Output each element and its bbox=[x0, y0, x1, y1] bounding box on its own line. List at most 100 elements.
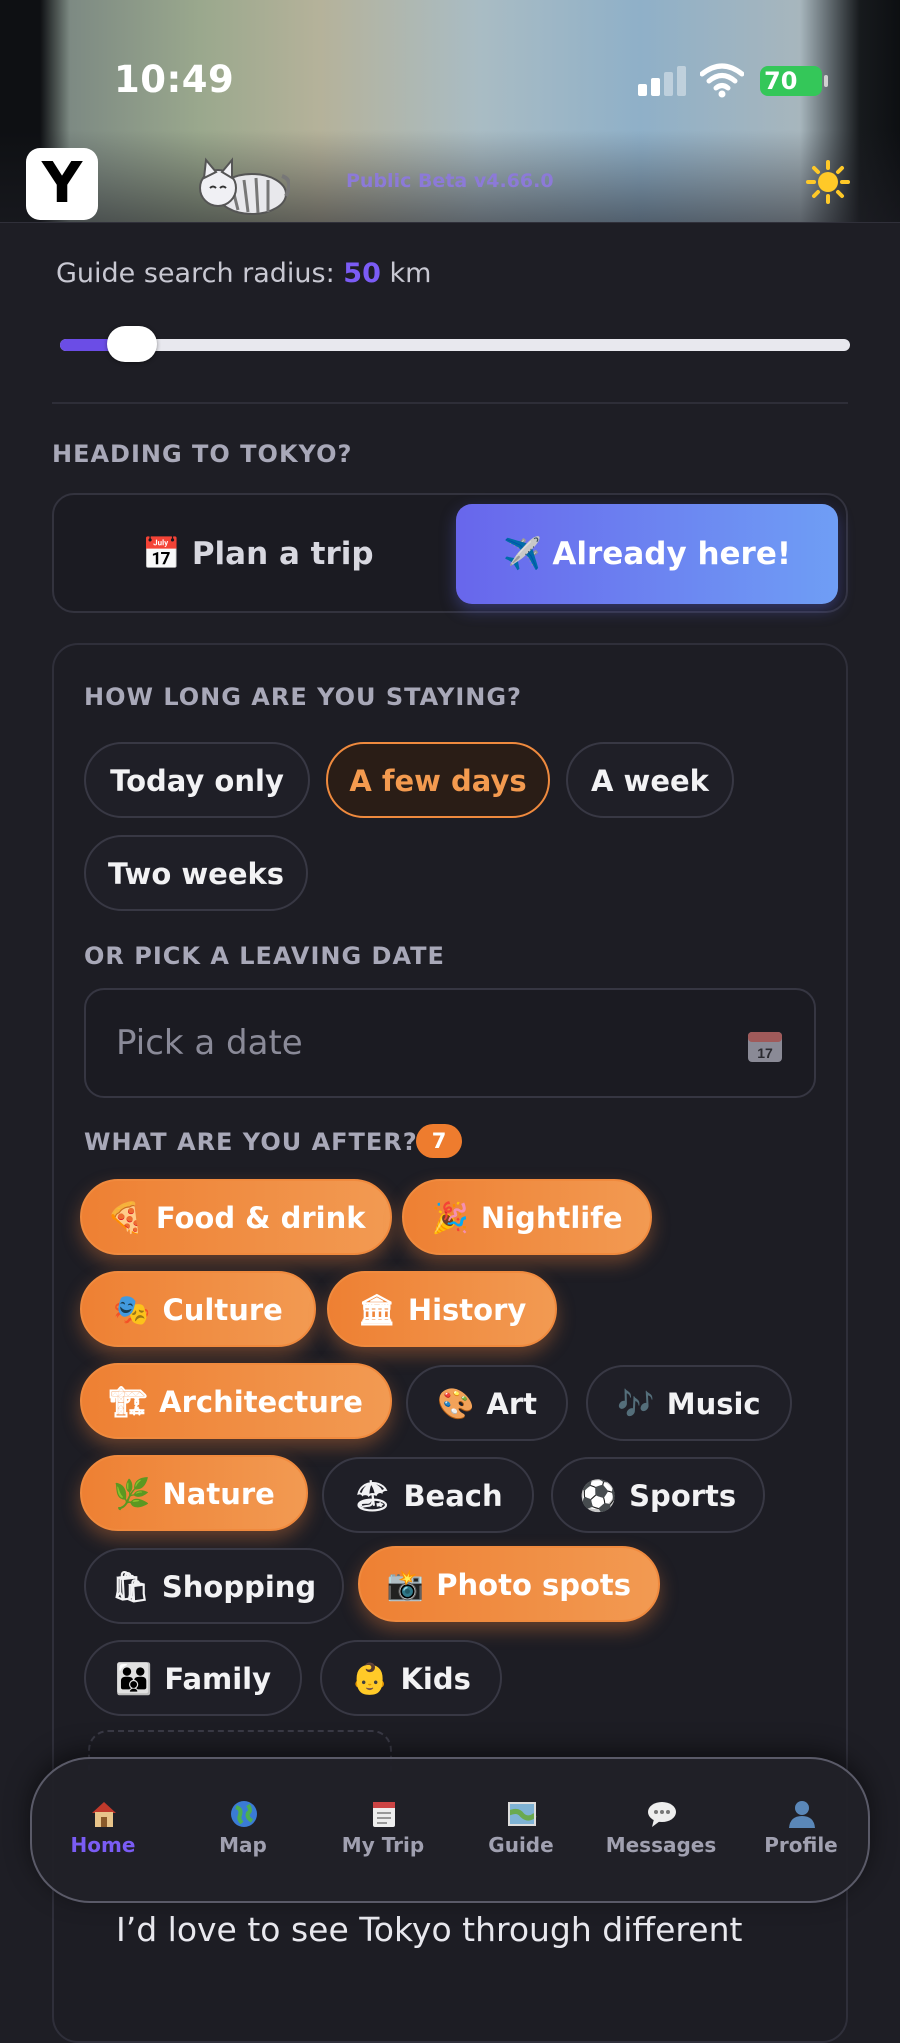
sun-icon[interactable] bbox=[806, 160, 850, 204]
tab-label: Guide bbox=[488, 1833, 554, 1857]
stay-option-a-week[interactable]: A week bbox=[566, 742, 734, 818]
already-here-button[interactable]: ✈️ Already here! bbox=[456, 504, 838, 604]
beach-umbrella-icon: 🏖 bbox=[353, 1479, 392, 1514]
plan-trip-label: Plan a trip bbox=[191, 536, 374, 572]
interest-sports[interactable]: ⚽ Sports bbox=[551, 1457, 765, 1533]
theater-masks-icon: 🎭 bbox=[113, 1293, 151, 1328]
radius-slider-thumb[interactable] bbox=[107, 326, 158, 362]
leaving-date-input[interactable]: Pick a date 17 bbox=[84, 988, 816, 1098]
shopping-bags-icon: 🛍 bbox=[111, 1570, 150, 1605]
tab-label: Messages bbox=[605, 1833, 717, 1857]
trip-prompt-text[interactable]: I’d love to see Tokyo through different bbox=[116, 1910, 742, 1949]
interest-nightlife[interactable]: 🎉 Nightlife bbox=[402, 1179, 652, 1255]
interest-label: Beach bbox=[403, 1479, 503, 1513]
interest-label: Food & drink bbox=[155, 1201, 366, 1235]
date-placeholder: Pick a date bbox=[116, 1023, 303, 1063]
battery-level: 70 bbox=[764, 67, 798, 95]
calendar-icon: 17 bbox=[748, 1032, 782, 1062]
tab-my-trip[interactable]: My Trip bbox=[318, 1759, 448, 1901]
interest-family[interactable]: 👪 Family bbox=[84, 1640, 302, 1716]
tab-label: Map bbox=[219, 1833, 267, 1857]
notepad-icon bbox=[373, 1802, 395, 1827]
camera-flash-icon: 📸 bbox=[386, 1568, 425, 1603]
radius-prefix: Guide search radius: bbox=[56, 258, 344, 289]
interest-history[interactable]: 🏛 History bbox=[327, 1271, 557, 1347]
svg-text:17: 17 bbox=[757, 1045, 773, 1061]
interest-label: History bbox=[407, 1293, 527, 1327]
radius-value: 50 bbox=[343, 258, 381, 289]
interest-architecture[interactable]: 🏗 Architecture bbox=[80, 1363, 392, 1439]
classical-building-icon: 🏛 bbox=[357, 1293, 396, 1328]
interests-title: WHAT ARE YOU AFTER? bbox=[84, 1128, 418, 1156]
map-icon bbox=[507, 1802, 537, 1826]
interest-nature[interactable]: 🌿 Nature bbox=[80, 1455, 308, 1531]
interest-food-drink[interactable]: 🍕 Food & drink bbox=[80, 1179, 392, 1255]
interest-label: Nature bbox=[162, 1477, 275, 1511]
interest-label: Family bbox=[164, 1662, 272, 1696]
tab-messages[interactable]: Messages bbox=[596, 1759, 726, 1901]
stay-option-label: Today only bbox=[110, 764, 284, 798]
interest-shopping[interactable]: 🛍 Shopping bbox=[84, 1548, 344, 1624]
top-header: 10:49 70 Y Public Beta v4.66.0 bbox=[0, 0, 900, 223]
family-icon: 👪 bbox=[114, 1662, 153, 1697]
radius-slider-track[interactable] bbox=[60, 339, 850, 351]
stay-option-label: Two weeks bbox=[107, 857, 285, 891]
cellular-signal-icon bbox=[638, 66, 686, 96]
stay-option-two-weeks[interactable]: Two weeks bbox=[84, 835, 308, 911]
tab-label: My Trip bbox=[341, 1833, 425, 1857]
plan-trip-button[interactable]: 📅 Plan a trip bbox=[64, 504, 452, 604]
herb-icon: 🌿 bbox=[113, 1477, 151, 1512]
stay-option-a-few-days[interactable]: A few days bbox=[326, 742, 550, 818]
stay-option-today-only[interactable]: Today only bbox=[84, 742, 310, 818]
interest-kids[interactable]: 👶 Kids bbox=[320, 1640, 502, 1716]
palette-icon: 🎨 bbox=[437, 1387, 475, 1422]
interest-label: Architecture bbox=[159, 1385, 363, 1419]
interest-label: Culture bbox=[162, 1293, 283, 1327]
construction-crane-icon: 🏗 bbox=[109, 1385, 148, 1420]
pizza-icon: 🍕 bbox=[106, 1201, 144, 1236]
radius-unit: km bbox=[380, 258, 432, 289]
leaving-date-title: OR PICK A LEAVING DATE bbox=[84, 942, 445, 970]
tab-profile[interactable]: Profile bbox=[736, 1759, 866, 1901]
interest-art[interactable]: 🎨 Art bbox=[406, 1365, 568, 1441]
house-icon bbox=[92, 1802, 116, 1827]
tab-label: Profile bbox=[764, 1833, 838, 1857]
cat-mascot-icon bbox=[199, 157, 290, 215]
search-radius-label: Guide search radius: 50 km bbox=[56, 258, 431, 289]
airplane-icon: ✈️ bbox=[503, 536, 542, 572]
battery-indicator: 70 bbox=[760, 66, 828, 96]
calendar-icon: 📅 bbox=[142, 536, 182, 572]
speech-bubble-icon bbox=[648, 1802, 676, 1827]
tab-map[interactable]: Map bbox=[178, 1759, 308, 1901]
globe-icon bbox=[231, 1801, 257, 1827]
baby-icon: 👶 bbox=[351, 1662, 389, 1697]
stay-option-label: A few days bbox=[349, 764, 527, 798]
interest-label: Nightlife bbox=[480, 1201, 623, 1235]
interest-label: Music bbox=[666, 1387, 761, 1421]
tab-guide[interactable]: Guide bbox=[456, 1759, 586, 1901]
divider bbox=[52, 402, 848, 404]
tab-home[interactable]: Home bbox=[38, 1759, 168, 1901]
soccer-ball-icon: ⚽ bbox=[579, 1479, 618, 1514]
heading-title: HEADING TO TOKYO? bbox=[52, 440, 353, 468]
interest-label: Art bbox=[486, 1387, 537, 1421]
interest-label: Sports bbox=[629, 1479, 737, 1513]
interest-label: Shopping bbox=[161, 1570, 317, 1604]
stay-option-label: A week bbox=[591, 764, 709, 798]
bottom-tab-bar: Home Map My Trip Guide Messages Profile bbox=[30, 1757, 870, 1903]
status-time: 10:49 bbox=[114, 58, 235, 101]
interest-beach[interactable]: 🏖 Beach bbox=[322, 1457, 534, 1533]
beta-version-label: Public Beta v4.66.0 bbox=[346, 170, 554, 192]
interests-count-badge: 7 bbox=[416, 1124, 462, 1158]
trip-mode-toggle: 📅 Plan a trip ✈️ Already here! bbox=[52, 493, 848, 613]
interest-label: Photo spots bbox=[436, 1568, 632, 1602]
logo-letter: Y bbox=[41, 151, 83, 216]
interest-culture[interactable]: 🎭 Culture bbox=[80, 1271, 316, 1347]
wifi-icon bbox=[700, 63, 744, 98]
interest-music[interactable]: 🎶 Music bbox=[586, 1365, 792, 1441]
interest-photo-spots[interactable]: 📸 Photo spots bbox=[358, 1546, 660, 1622]
interest-label: Kids bbox=[400, 1662, 471, 1696]
person-icon bbox=[789, 1801, 815, 1828]
app-logo[interactable]: Y bbox=[26, 148, 98, 220]
stay-title: HOW LONG ARE YOU STAYING? bbox=[84, 683, 522, 711]
